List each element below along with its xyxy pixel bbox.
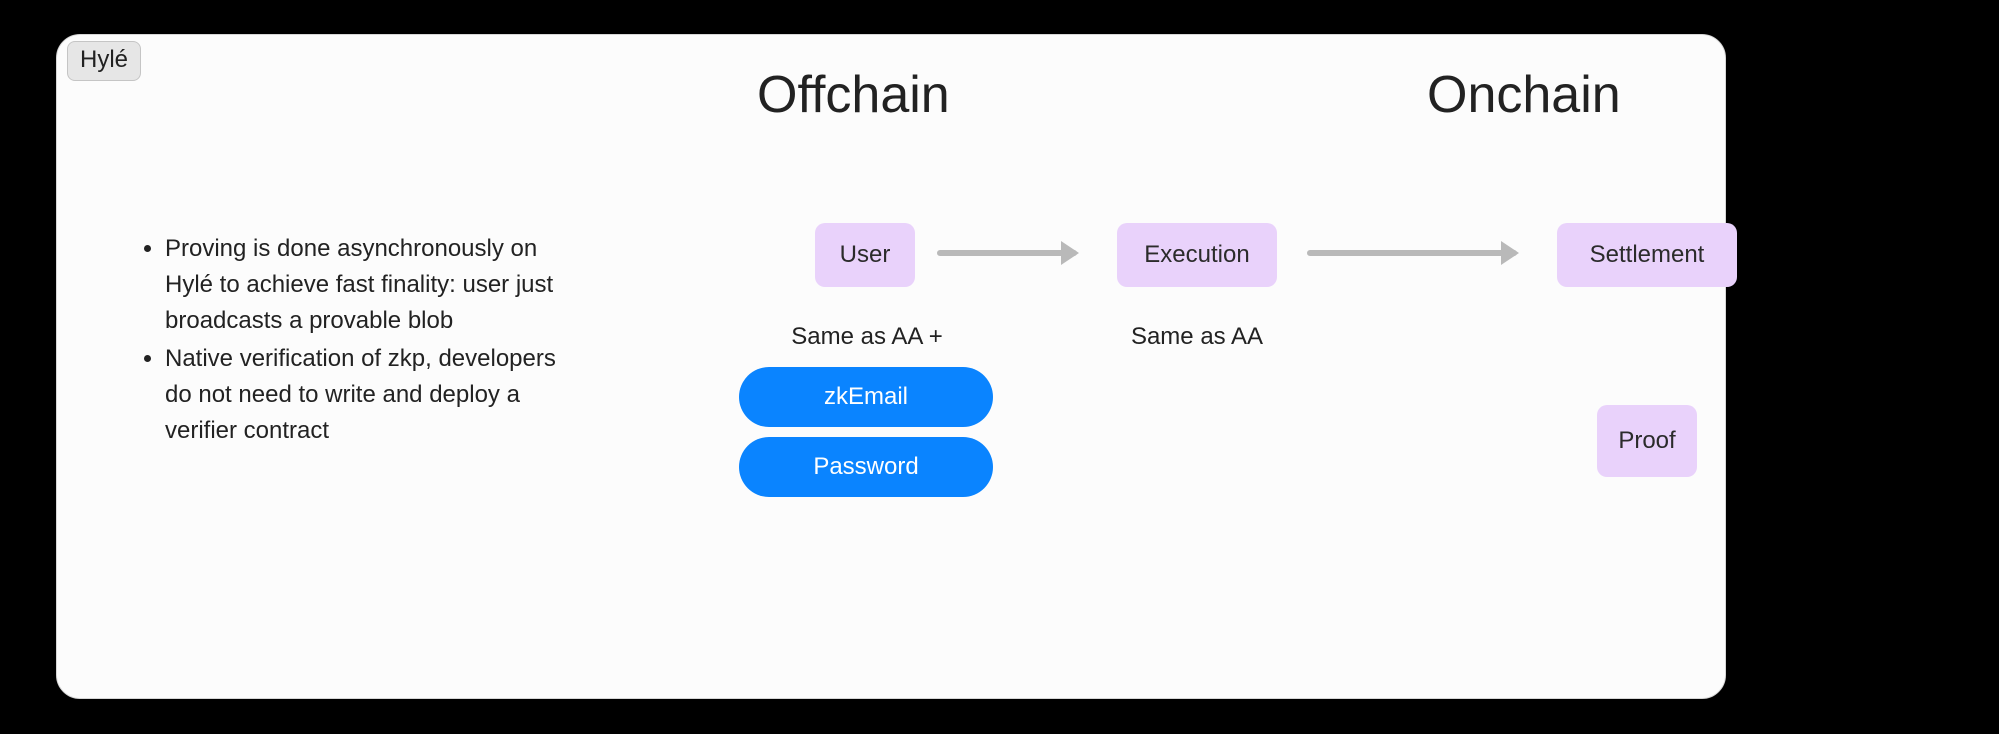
- arrow-user-to-execution: [937, 250, 1077, 256]
- zkemail-pill: zkEmail: [739, 367, 993, 427]
- user-box: User: [815, 223, 915, 287]
- execution-caption: Same as AA: [1117, 323, 1277, 351]
- platform-tab[interactable]: Hylé: [67, 41, 141, 81]
- bullet-item: Native verification of zkp, developers d…: [165, 341, 577, 449]
- user-caption: Same as AA +: [787, 323, 947, 351]
- settlement-box: Settlement: [1557, 223, 1737, 287]
- execution-box: Execution: [1117, 223, 1277, 287]
- flow-diagram: User Execution Settlement Proof Same as …: [767, 205, 1727, 525]
- diagram-card: Hylé Offchain Onchain Proving is done as…: [56, 34, 1726, 699]
- proof-box: Proof: [1597, 405, 1697, 477]
- heading-onchain: Onchain: [1427, 65, 1621, 125]
- arrow-execution-to-settlement: [1307, 250, 1517, 256]
- bullet-item: Proving is done asynchronously on Hylé t…: [165, 231, 577, 339]
- heading-offchain: Offchain: [757, 65, 950, 125]
- password-pill: Password: [739, 437, 993, 497]
- description-list: Proving is done asynchronously on Hylé t…: [137, 231, 577, 451]
